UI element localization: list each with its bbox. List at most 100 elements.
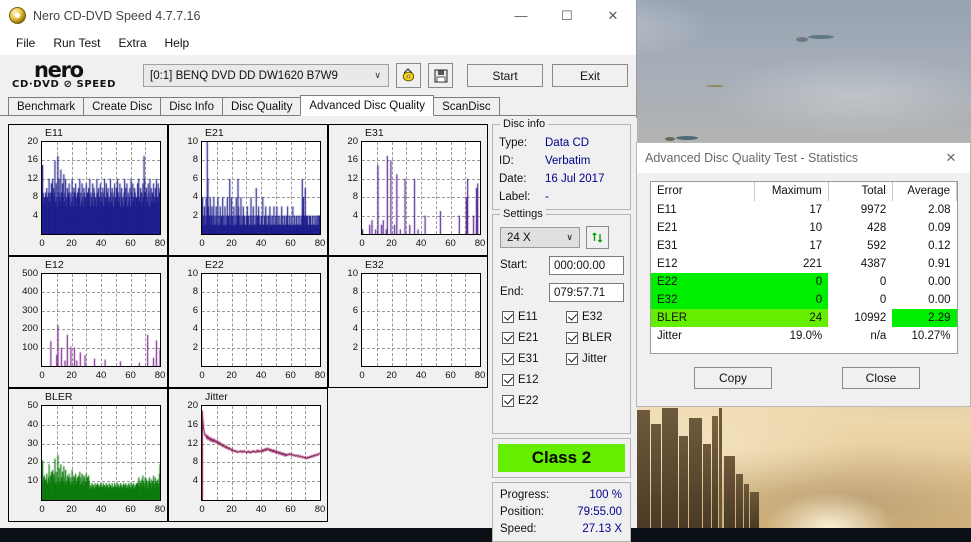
quality-class-badge: Class 2 [498, 444, 625, 472]
save-button[interactable] [428, 63, 453, 88]
cell-total: n/a [870, 330, 887, 342]
checkbox-e21[interactable]: E21 [502, 332, 538, 344]
y-tick-e31-16: 16 [347, 154, 358, 166]
plot-area-e22 [201, 273, 321, 367]
progress-label: Progress: [500, 489, 550, 501]
cell-total: 428 [867, 222, 887, 234]
disc-date-label: Date: [499, 173, 527, 185]
tab-disc-quality[interactable]: Disc Quality [222, 97, 302, 115]
checkbox-e22[interactable]: E22 [502, 395, 538, 407]
x-tick-e11-40: 40 [95, 238, 107, 249]
statistics-table-container: Error Maximum Total Average E11 17 9972 2.0… [650, 181, 958, 354]
checkbox-jitter[interactable]: Jitter [566, 353, 607, 365]
x-tick-bler-60: 60 [125, 504, 136, 515]
position-value: 79:55.00 [577, 506, 622, 518]
chart-canvas-e11 [42, 142, 160, 234]
disc-eject-button[interactable] [396, 63, 421, 88]
checkbox-e12[interactable]: E12 [502, 374, 538, 386]
y-tick-e21-10: 10 [187, 136, 198, 147]
statistics-title-bar: Advanced Disc Quality Test - Statistics … [637, 143, 970, 173]
col-header-average: Average [892, 182, 958, 201]
x-tick-e21-0: 0 [199, 238, 205, 249]
checkbox-e12-label: E12 [518, 374, 539, 386]
table-row[interactable]: BLER 24 10992 2.29 [651, 309, 957, 327]
table-row[interactable]: E31 17 592 0.12 [651, 237, 957, 255]
refresh-arrows-icon [592, 232, 603, 243]
plot-area-e31 [361, 141, 481, 235]
x-tick-bler-0: 0 [39, 504, 45, 515]
end-time-input[interactable]: 079:57.71 [549, 283, 624, 302]
y-tick-e21-6: 6 [192, 172, 198, 184]
table-row[interactable]: E11 17 9972 2.08 [651, 201, 957, 219]
menu-item-extra[interactable]: Extra [109, 34, 155, 52]
y-tick-e32-10: 10 [347, 268, 358, 279]
tab-disc-info[interactable]: Disc Info [160, 97, 223, 115]
window-title: Nero CD-DVD Speed 4.7.7.16 [33, 8, 201, 23]
y-tick-e32-4: 4 [352, 323, 358, 335]
table-row[interactable]: Jitter 19.0% n/a 10.27% [651, 327, 957, 345]
chevron-down-icon: ∨ [374, 70, 381, 80]
disc-type-value: Data CD [545, 137, 590, 149]
checkbox-e11[interactable]: E11 [502, 311, 538, 323]
chart-title-bler: BLER [45, 391, 73, 403]
content-area: E11 4 8 12 16 20 0 20 40 60 80 E21 2 4 6 8 10 0 20 40 60 80 … [0, 118, 637, 542]
checkbox-bler[interactable]: BLER [566, 332, 612, 344]
y-tick-e12-500: 500 [22, 268, 38, 279]
speed-value: 27.13 X [582, 523, 622, 535]
x-tick-jitter-80: 80 [314, 504, 326, 515]
disc-type-label: Type: [499, 137, 528, 149]
table-row[interactable]: E21 10 428 0.09 [651, 219, 957, 237]
menu-item-file[interactable]: File [7, 34, 44, 52]
tab-advanced-disc-quality[interactable]: Advanced Disc Quality [300, 95, 435, 116]
minimize-button[interactable]: — [498, 0, 544, 31]
tab-create-disc[interactable]: Create Disc [83, 97, 162, 115]
chart-title-e21: E21 [205, 127, 224, 139]
table-row[interactable]: E22 0 0 0.00 [651, 273, 957, 291]
disc-info-group: Disc info Type: Data CD ID: Verbatim Dat… [492, 118, 631, 210]
cell-error: E31 [657, 240, 678, 252]
checkbox-e31[interactable]: E31 [502, 353, 538, 365]
tab-benchmark[interactable]: Benchmark [8, 97, 85, 115]
chart-e12: E12 100 200 300 400 500 0 20 40 60 80 [8, 256, 168, 388]
copy-button[interactable]: Copy [694, 367, 772, 389]
plot-area-e32 [361, 273, 481, 367]
x-tick-e32-0: 0 [359, 370, 365, 381]
x-tick-e22-0: 0 [199, 370, 205, 381]
y-tick-bler-10: 10 [27, 475, 38, 487]
checkmark-icon [566, 311, 578, 323]
x-tick-e31-0: 0 [359, 238, 365, 249]
cell-average: 0.12 [928, 240, 951, 252]
start-time-input[interactable]: 000:00.00 [549, 256, 624, 275]
maximize-button[interactable]: ☐ [544, 0, 590, 31]
drive-select-value: [0:1] BENQ DVD DD DW1620 B7W9 [150, 69, 338, 82]
close-button[interactable]: Close [842, 367, 920, 389]
tab-scandisc[interactable]: ScanDisc [433, 97, 500, 115]
cell-maximum: 17 [809, 204, 823, 216]
x-tick-e12-0: 0 [39, 370, 45, 381]
start-button[interactable]: Start [467, 64, 543, 87]
main-window: Nero CD-DVD Speed 4.7.7.16 — ☐ ✕ File Ru… [0, 0, 637, 542]
x-tick-e21-20: 20 [226, 238, 237, 249]
cell-average: 0.91 [928, 258, 951, 270]
plot-area-bler [41, 405, 161, 501]
drive-select[interactable]: [0:1] BENQ DVD DD DW1620 B7W9 ∨ [143, 64, 389, 87]
menu-item-help[interactable]: Help [156, 34, 199, 52]
exit-button[interactable]: Exit [552, 64, 628, 87]
close-button[interactable]: ✕ [590, 0, 636, 31]
refresh-button[interactable] [586, 226, 609, 249]
disc-label-label: Label: [499, 191, 531, 203]
speed-label: Speed: [500, 523, 537, 535]
y-tick-bler-40: 40 [27, 418, 38, 430]
checkbox-e32[interactable]: E32 [566, 311, 602, 323]
statistics-close-icon[interactable]: ✕ [932, 143, 970, 173]
x-tick-e11-60: 60 [125, 238, 136, 249]
menu-item-runtest[interactable]: Run Test [44, 34, 109, 52]
table-row[interactable]: E12 221 4387 0.91 [651, 255, 957, 273]
speed-select[interactable]: 24 X ∨ [500, 227, 580, 248]
disc-info-caption: Disc info [500, 118, 549, 130]
cell-average: 10.27% [911, 330, 951, 342]
table-row[interactable]: E32 0 0 0.00 [651, 291, 957, 309]
checkbox-e31-label: E31 [518, 353, 539, 365]
cell-average: 0.09 [928, 222, 951, 234]
y-tick-e22-8: 8 [192, 286, 198, 298]
